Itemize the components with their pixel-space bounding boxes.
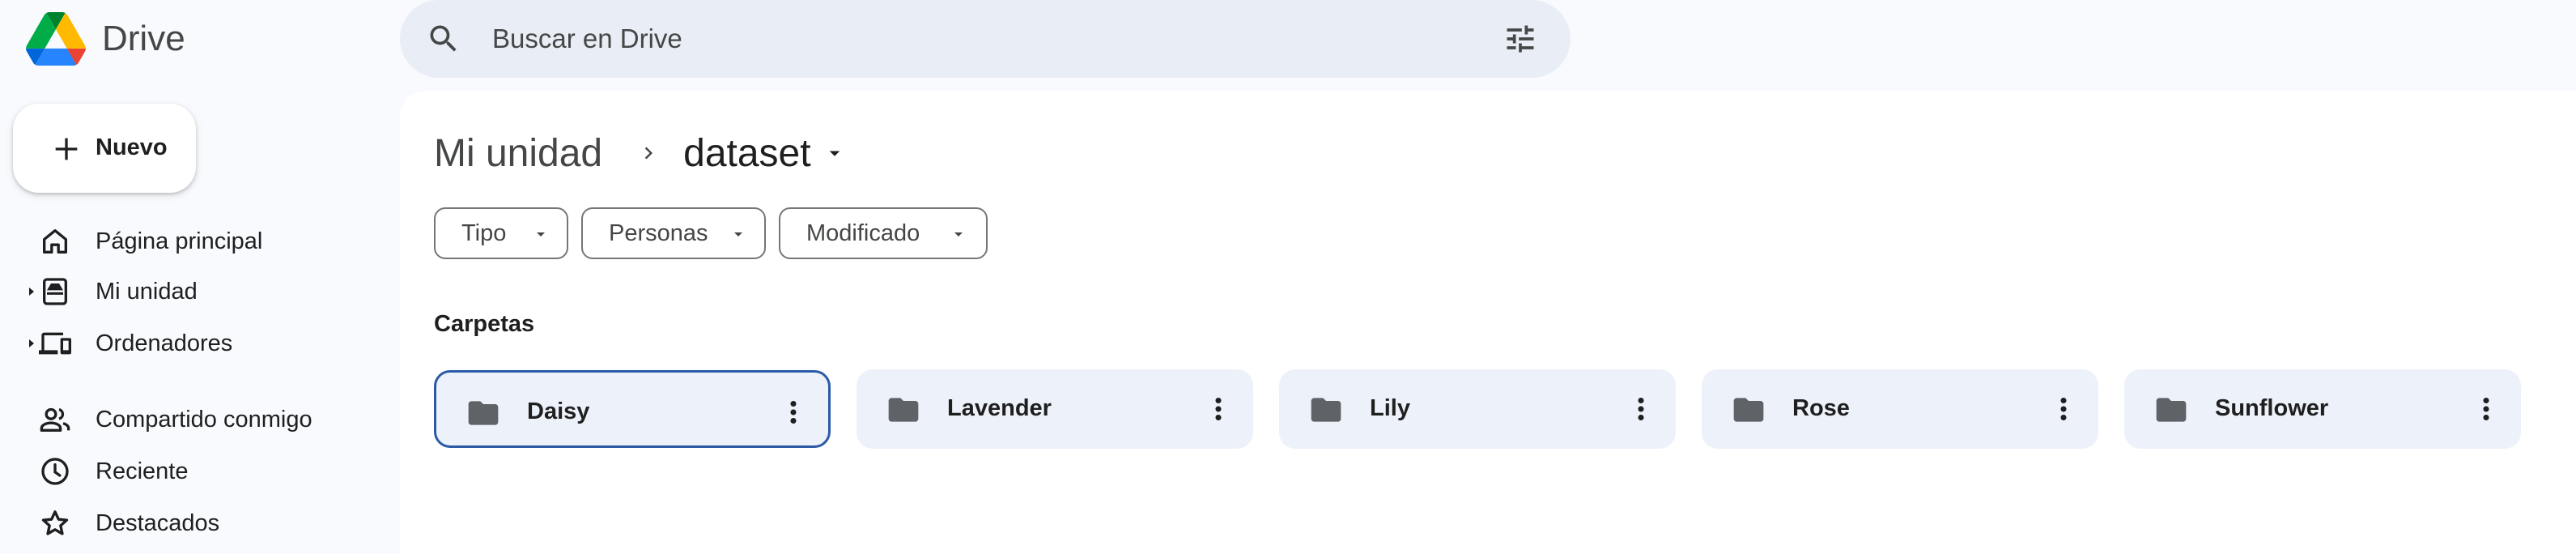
home-icon (43, 229, 68, 254)
more-vert-icon[interactable] (2469, 392, 2503, 426)
sidebar-item-label: Mi unidad (96, 279, 198, 305)
folder-icon (888, 398, 919, 422)
folder-icon (1311, 398, 1341, 422)
search-icon[interactable] (426, 21, 461, 57)
more-vert-icon[interactable] (1201, 392, 1235, 426)
new-button-label: Nuevo (96, 134, 168, 160)
caret-down-icon[interactable] (823, 141, 847, 165)
google-drive-logo-icon (26, 12, 86, 66)
caret-down-icon (537, 232, 545, 237)
tune-icon[interactable] (1503, 21, 1538, 57)
filter-chip-label: Tipo (461, 220, 507, 246)
folder-card-daisy[interactable]: Daisy (434, 370, 831, 448)
sidebar-item-label: Página principal (96, 228, 263, 254)
breadcrumb-root[interactable]: Mi unidad (434, 131, 602, 176)
folder-icon (468, 401, 499, 425)
caret-down-icon (734, 232, 742, 237)
sidebar-item-starred[interactable]: Destacados (0, 499, 389, 548)
caret-down-icon (954, 232, 963, 237)
chevron-right-icon (644, 147, 653, 160)
people-icon (40, 407, 70, 432)
folder-icon (2156, 398, 2187, 422)
plus-icon (55, 138, 78, 160)
my-drive-icon (43, 278, 67, 305)
filter-chip-label: Personas (609, 220, 708, 246)
sidebar-item-home[interactable]: Página principal (0, 217, 389, 266)
more-vert-icon[interactable] (1624, 392, 1658, 426)
folder-icon (1733, 398, 1764, 422)
search-input[interactable] (492, 18, 1431, 60)
filter-chip-label: Modificado (806, 220, 920, 246)
sidebar-item-recent[interactable]: Reciente (0, 447, 389, 496)
filter-chip-type[interactable]: Tipo (434, 207, 568, 259)
drive-logo[interactable]: Drive (26, 8, 185, 70)
search-bar[interactable] (400, 0, 1571, 78)
sidebar-item-label: Ordenadores (96, 330, 233, 356)
folder-card-sunflower[interactable]: Sunflower (2124, 369, 2521, 449)
folder-card-lily[interactable]: Lily (1279, 369, 1676, 449)
expand-caret-icon[interactable] (26, 337, 37, 350)
sidebar-item-label: Destacados (96, 510, 220, 536)
computers-icon (39, 332, 71, 355)
app-name: Drive (102, 19, 185, 58)
breadcrumb-current[interactable]: dataset (683, 131, 810, 176)
breadcrumb: Mi unidad dataset (434, 125, 847, 181)
main-content: Mi unidad dataset Tipo Personas Modifica… (400, 91, 2576, 554)
folder-name: Rose (1792, 395, 1850, 421)
expand-caret-icon[interactable] (26, 285, 37, 298)
sidebar-item-label: Reciente (96, 458, 189, 484)
more-vert-icon[interactable] (776, 395, 810, 429)
folder-name: Sunflower (2215, 395, 2329, 421)
sidebar-item-shared-with-me[interactable]: Compartido conmigo (0, 395, 389, 444)
sidebar-item-my-drive[interactable]: Mi unidad (0, 267, 389, 316)
folder-name: Lavender (947, 395, 1052, 421)
folder-name: Lily (1370, 395, 1410, 421)
sidebar-item-computers[interactable]: Ordenadores (0, 319, 389, 368)
folders-section-title: Carpetas (434, 311, 535, 337)
filter-chip-people[interactable]: Personas (581, 207, 766, 259)
folder-card-lavender[interactable]: Lavender (857, 369, 1253, 449)
new-button[interactable]: Nuevo (13, 104, 196, 193)
clock-icon (41, 458, 69, 485)
folder-name: Daisy (527, 398, 590, 424)
filter-chip-modified[interactable]: Modificado (779, 207, 988, 259)
folder-card-rose[interactable]: Rose (1702, 369, 2098, 449)
sidebar-item-label: Compartido conmigo (96, 407, 312, 433)
more-vert-icon[interactable] (2047, 392, 2081, 426)
star-icon (41, 510, 69, 535)
